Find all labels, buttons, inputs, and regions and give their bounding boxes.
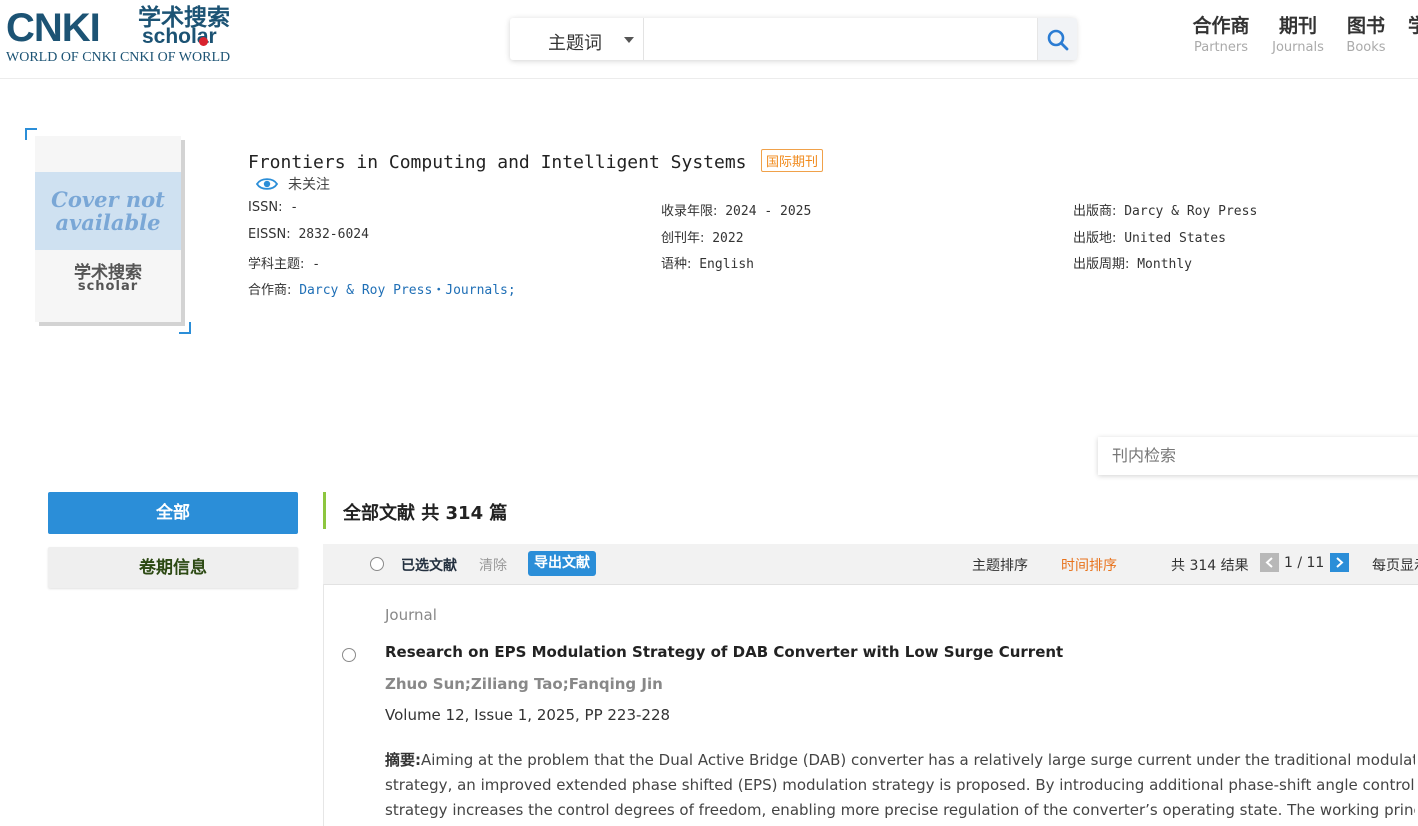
sort-by-topic[interactable]: 主题排序 xyxy=(972,555,1028,575)
meta-subject-label: 学科主题: xyxy=(248,257,305,272)
select-all-radio[interactable] xyxy=(370,557,384,571)
eye-icon xyxy=(256,178,278,190)
meta-eissn: EISSN: 2832-6024 xyxy=(248,227,369,242)
cover-image: Cover not available 学术搜索 scholar xyxy=(35,136,181,322)
cover-corner-br xyxy=(179,322,191,334)
meta-frequency-value: Monthly xyxy=(1137,257,1193,272)
abstract-line-1: 摘要:Aiming at the problem that the Dual A… xyxy=(385,748,1415,773)
nav-journals-cn: 期刊 xyxy=(1278,15,1317,37)
abstract-line-3: strategy increases the control degrees o… xyxy=(385,801,1415,819)
meta-subject: 学科主题: - xyxy=(248,253,320,272)
top-header: CNKI 学术搜索 scholar WORLD OF CNKI CNKI OF … xyxy=(0,0,1418,79)
article-type: Journal xyxy=(385,606,437,624)
meta-place-value: United States xyxy=(1124,231,1226,246)
article-volume: Volume 12, Issue 1, 2025, PP 223-228 xyxy=(385,706,671,724)
meta-years-value: 2024 - 2025 xyxy=(725,204,812,219)
nav-books[interactable]: 图书 Books xyxy=(1344,14,1388,58)
article-select-radio[interactable] xyxy=(342,648,356,662)
nav-partners-en: Partners xyxy=(1193,40,1249,55)
abstract-label: 摘要: xyxy=(385,751,421,769)
nav-more[interactable]: 学 xyxy=(1408,14,1418,38)
abstract-line-1-text: Aiming at the problem that the Dual Acti… xyxy=(421,751,1415,769)
results-toolbar: 已选文献 清除 导出文献 主题排序 时间排序 共 314 结果 1 / 11 每… xyxy=(323,544,1418,585)
nav-more-cn: 学 xyxy=(1408,15,1418,37)
meta-issn-label: ISSN: xyxy=(248,200,283,215)
meta-partner-label: 合作商: xyxy=(248,283,292,298)
search-type-label: 主题词 xyxy=(548,33,602,54)
logo-tagline: WORLD OF CNKI CNKI OF WORLD xyxy=(6,50,231,65)
follow-status-label: 未关注 xyxy=(288,177,330,193)
section-accent-bar xyxy=(323,492,326,529)
tab-all[interactable]: 全部 xyxy=(48,492,298,534)
meta-place: 出版地: United States xyxy=(1073,227,1226,246)
nav-journals[interactable]: 期刊 Journals xyxy=(1271,14,1325,58)
nav-partners[interactable]: 合作商 Partners xyxy=(1192,14,1250,58)
meta-publisher-label: 出版商: xyxy=(1073,204,1117,219)
meta-publisher-value: Darcy & Roy Press xyxy=(1124,204,1258,219)
search-input[interactable] xyxy=(646,22,1030,56)
meta-years-label: 收录年限: xyxy=(661,204,718,219)
in-journal-search-input[interactable] xyxy=(1110,443,1414,471)
meta-place-label: 出版地: xyxy=(1073,231,1117,246)
results-heading: 全部文献 共 314 篇 xyxy=(343,503,508,524)
logo-main-text: CNKI xyxy=(6,6,101,50)
meta-eissn-label: EISSN: xyxy=(248,227,291,242)
meta-issn: ISSN: - xyxy=(248,200,298,215)
cover-logo-en: scholar xyxy=(77,279,139,294)
sort-by-time[interactable]: 时间排序 xyxy=(1061,555,1117,575)
meta-frequency: 出版周期: Monthly xyxy=(1073,253,1192,272)
meta-subject-value: - xyxy=(312,257,321,272)
article-abstract: 摘要:Aiming at the problem that the Dual A… xyxy=(385,748,1415,823)
chevron-right-icon xyxy=(1336,557,1344,568)
article-title-link[interactable]: Research on EPS Modulation Strategy of D… xyxy=(385,643,1063,661)
cover-not-available-text: Cover not available xyxy=(51,187,165,235)
clear-button[interactable]: 清除 xyxy=(479,555,507,575)
in-journal-search xyxy=(1098,437,1418,475)
nav-books-en: Books xyxy=(1346,40,1386,55)
nav-books-cn: 图书 xyxy=(1346,15,1385,37)
chevron-left-icon xyxy=(1265,557,1273,568)
per-page-label[interactable]: 每页显示 xyxy=(1372,555,1418,575)
meta-issn-value: - xyxy=(290,200,299,215)
meta-years: 收录年限: 2024 - 2025 xyxy=(661,200,811,219)
logo-dot xyxy=(199,37,208,46)
main-search-box: 主题词 xyxy=(510,18,1077,60)
results-divider xyxy=(323,584,324,826)
journal-title: Frontiers in Computing and Intelligent S… xyxy=(248,152,747,173)
search-type-select[interactable]: 主题词 xyxy=(510,18,644,60)
meta-publisher: 出版商: Darcy & Roy Press xyxy=(1073,200,1257,219)
search-icon xyxy=(1047,29,1069,51)
tab-issue-info[interactable]: 卷期信息 xyxy=(48,547,298,588)
international-journal-badge: 国际期刊 xyxy=(761,149,824,172)
chevron-down-icon xyxy=(624,37,634,43)
search-button[interactable] xyxy=(1037,18,1077,60)
meta-frequency-label: 出版周期: xyxy=(1073,257,1130,272)
partner-link[interactable]: Darcy & Roy Press・Journals; xyxy=(299,283,516,298)
export-button[interactable]: 导出文献 xyxy=(528,551,596,576)
meta-founded-label: 创刊年: xyxy=(661,231,705,246)
next-page-button[interactable] xyxy=(1330,553,1349,572)
meta-language-value: English xyxy=(699,257,755,272)
prev-page-button[interactable] xyxy=(1260,553,1279,572)
page-indicator: 1 / 11 xyxy=(1284,555,1325,571)
meta-eissn-value: 2832-6024 xyxy=(298,227,369,242)
meta-founded: 创刊年: 2022 xyxy=(661,227,744,246)
meta-founded-value: 2022 xyxy=(712,231,744,246)
meta-partner: 合作商: Darcy & Roy Press・Journals; xyxy=(248,279,516,298)
selected-docs-label[interactable]: 已选文献 xyxy=(401,555,457,575)
results-total: 共 314 结果 xyxy=(1171,558,1249,574)
meta-language: 语种: English xyxy=(661,253,754,272)
nav-partners-cn: 合作商 xyxy=(1192,15,1250,37)
nav-journals-en: Journals xyxy=(1272,40,1324,55)
journal-cover: Cover not available 学术搜索 scholar xyxy=(25,128,191,334)
meta-language-label: 语种: xyxy=(661,257,692,272)
article-authors[interactable]: Zhuo Sun;Ziliang Tao;Fanqing Jin xyxy=(385,675,663,693)
abstract-line-2: strategy, an improved extended phase shi… xyxy=(385,776,1415,794)
cnki-scholar-logo[interactable]: CNKI 学术搜索 scholar WORLD OF CNKI CNKI OF … xyxy=(6,6,246,66)
